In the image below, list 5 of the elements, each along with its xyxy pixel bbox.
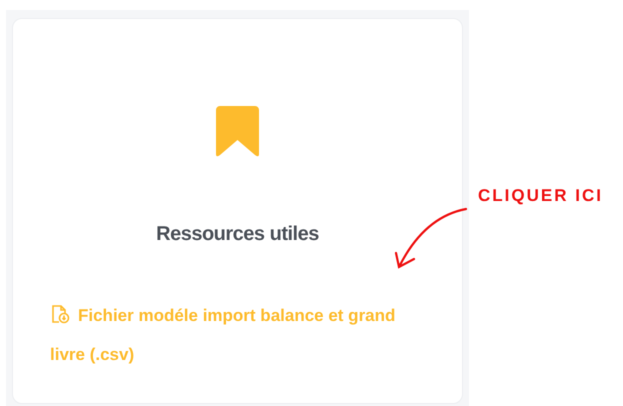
bookmark-icon: [216, 106, 259, 158]
file-download-icon: [50, 304, 70, 324]
callout-label: CLIQUER ICI: [478, 185, 603, 207]
card-title: Ressources utiles: [156, 222, 319, 247]
download-link[interactable]: Fichier modéle import balance et grand livre (.csv): [50, 296, 420, 374]
